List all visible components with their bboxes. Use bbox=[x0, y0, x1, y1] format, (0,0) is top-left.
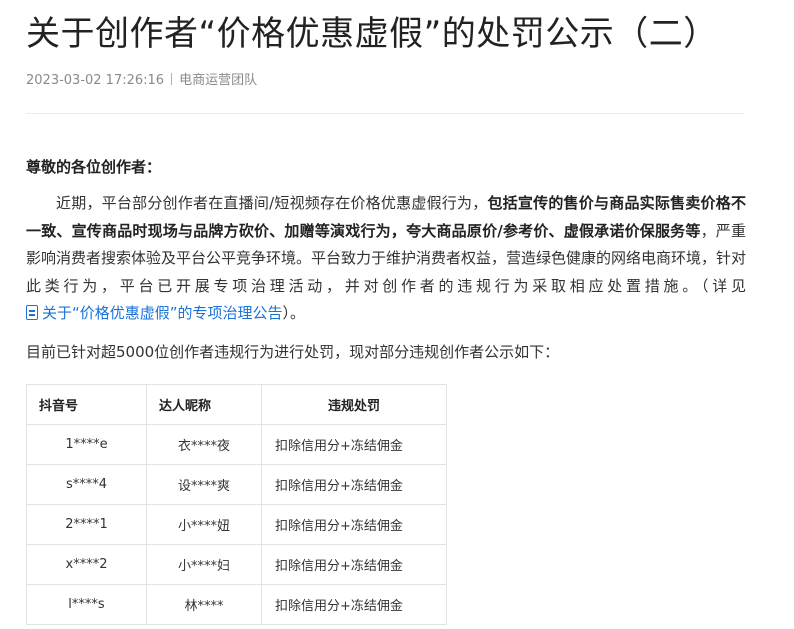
cell-nickname: 衣****夜 bbox=[146, 424, 262, 465]
document-icon bbox=[26, 305, 38, 321]
header-penalty: 违规处罚 bbox=[261, 384, 447, 425]
para-bold-2: 夸大商品原价/参考价、虚假承诺价保服务等 bbox=[406, 221, 701, 240]
para-text-1: 近期，平台部分创作者在直播间/短视频存在价格优惠虚假行为， bbox=[56, 194, 488, 212]
summary-paragraph: 目前已针对超5000位创作者违规行为进行处罚，现对部分违规创作者公示如下： bbox=[26, 343, 560, 361]
table-row: l****s 林**** 扣除信用分+冻结佣金 bbox=[26, 584, 447, 625]
author-name: 电商运营团队 bbox=[179, 73, 258, 88]
table-header-row: 抖音号 达人昵称 违规处罚 bbox=[26, 384, 447, 425]
header-nickname: 达人昵称 bbox=[146, 384, 262, 425]
page-title: 关于创作者“价格优惠虚假”的处罚公示（二） bbox=[26, 14, 718, 54]
cell-nickname: 小****妞 bbox=[146, 504, 262, 545]
table-row: x****2 小****妇 扣除信用分+冻结佣金 bbox=[26, 544, 447, 585]
table-row: 2****1 小****妞 扣除信用分+冻结佣金 bbox=[26, 504, 447, 545]
cell-nickname: 小****妇 bbox=[146, 544, 262, 585]
governance-notice-link[interactable]: 关于“价格优惠虚假”的专项治理公告 bbox=[26, 304, 283, 322]
publish-date: 2023-03-02 17:26:16 bbox=[26, 73, 165, 88]
cell-penalty: 扣除信用分+冻结佣金 bbox=[261, 464, 447, 505]
table-row: 1****e 衣****夜 扣除信用分+冻结佣金 bbox=[26, 424, 447, 465]
header-douyin-id: 抖音号 bbox=[26, 384, 147, 425]
cell-penalty: 扣除信用分+冻结佣金 bbox=[261, 584, 447, 625]
meta-separator bbox=[171, 73, 173, 85]
cell-penalty: 扣除信用分+冻结佣金 bbox=[261, 424, 447, 465]
greeting: 尊敬的各位创作者： bbox=[26, 158, 162, 176]
notice-paragraph: 近期，平台部分创作者在直播间/短视频存在价格优惠虚假行为，包括宣传的售价与商品实… bbox=[26, 190, 746, 328]
para-text-3: ）。 bbox=[282, 304, 306, 323]
article-meta: 2023-03-02 17:26:16 电商运营团队 bbox=[26, 71, 257, 91]
penalty-table: 抖音号 达人昵称 违规处罚 1****e 衣****夜 扣除信用分+冻结佣金 s… bbox=[26, 384, 447, 625]
cell-douyin-id: l****s bbox=[26, 584, 147, 625]
cell-penalty: 扣除信用分+冻结佣金 bbox=[261, 504, 447, 545]
header-divider bbox=[26, 113, 744, 114]
table-row: s****4 设****爽 扣除信用分+冻结佣金 bbox=[26, 464, 447, 505]
cell-douyin-id: 2****1 bbox=[26, 504, 147, 545]
cell-nickname: 设****爽 bbox=[146, 464, 262, 505]
cell-douyin-id: 1****e bbox=[26, 424, 147, 465]
link-label: 关于“价格优惠虚假”的专项治理公告 bbox=[42, 304, 283, 323]
cell-nickname: 林**** bbox=[146, 584, 262, 625]
cell-douyin-id: s****4 bbox=[26, 464, 147, 505]
cell-douyin-id: x****2 bbox=[26, 544, 147, 585]
cell-penalty: 扣除信用分+冻结佣金 bbox=[261, 544, 447, 585]
